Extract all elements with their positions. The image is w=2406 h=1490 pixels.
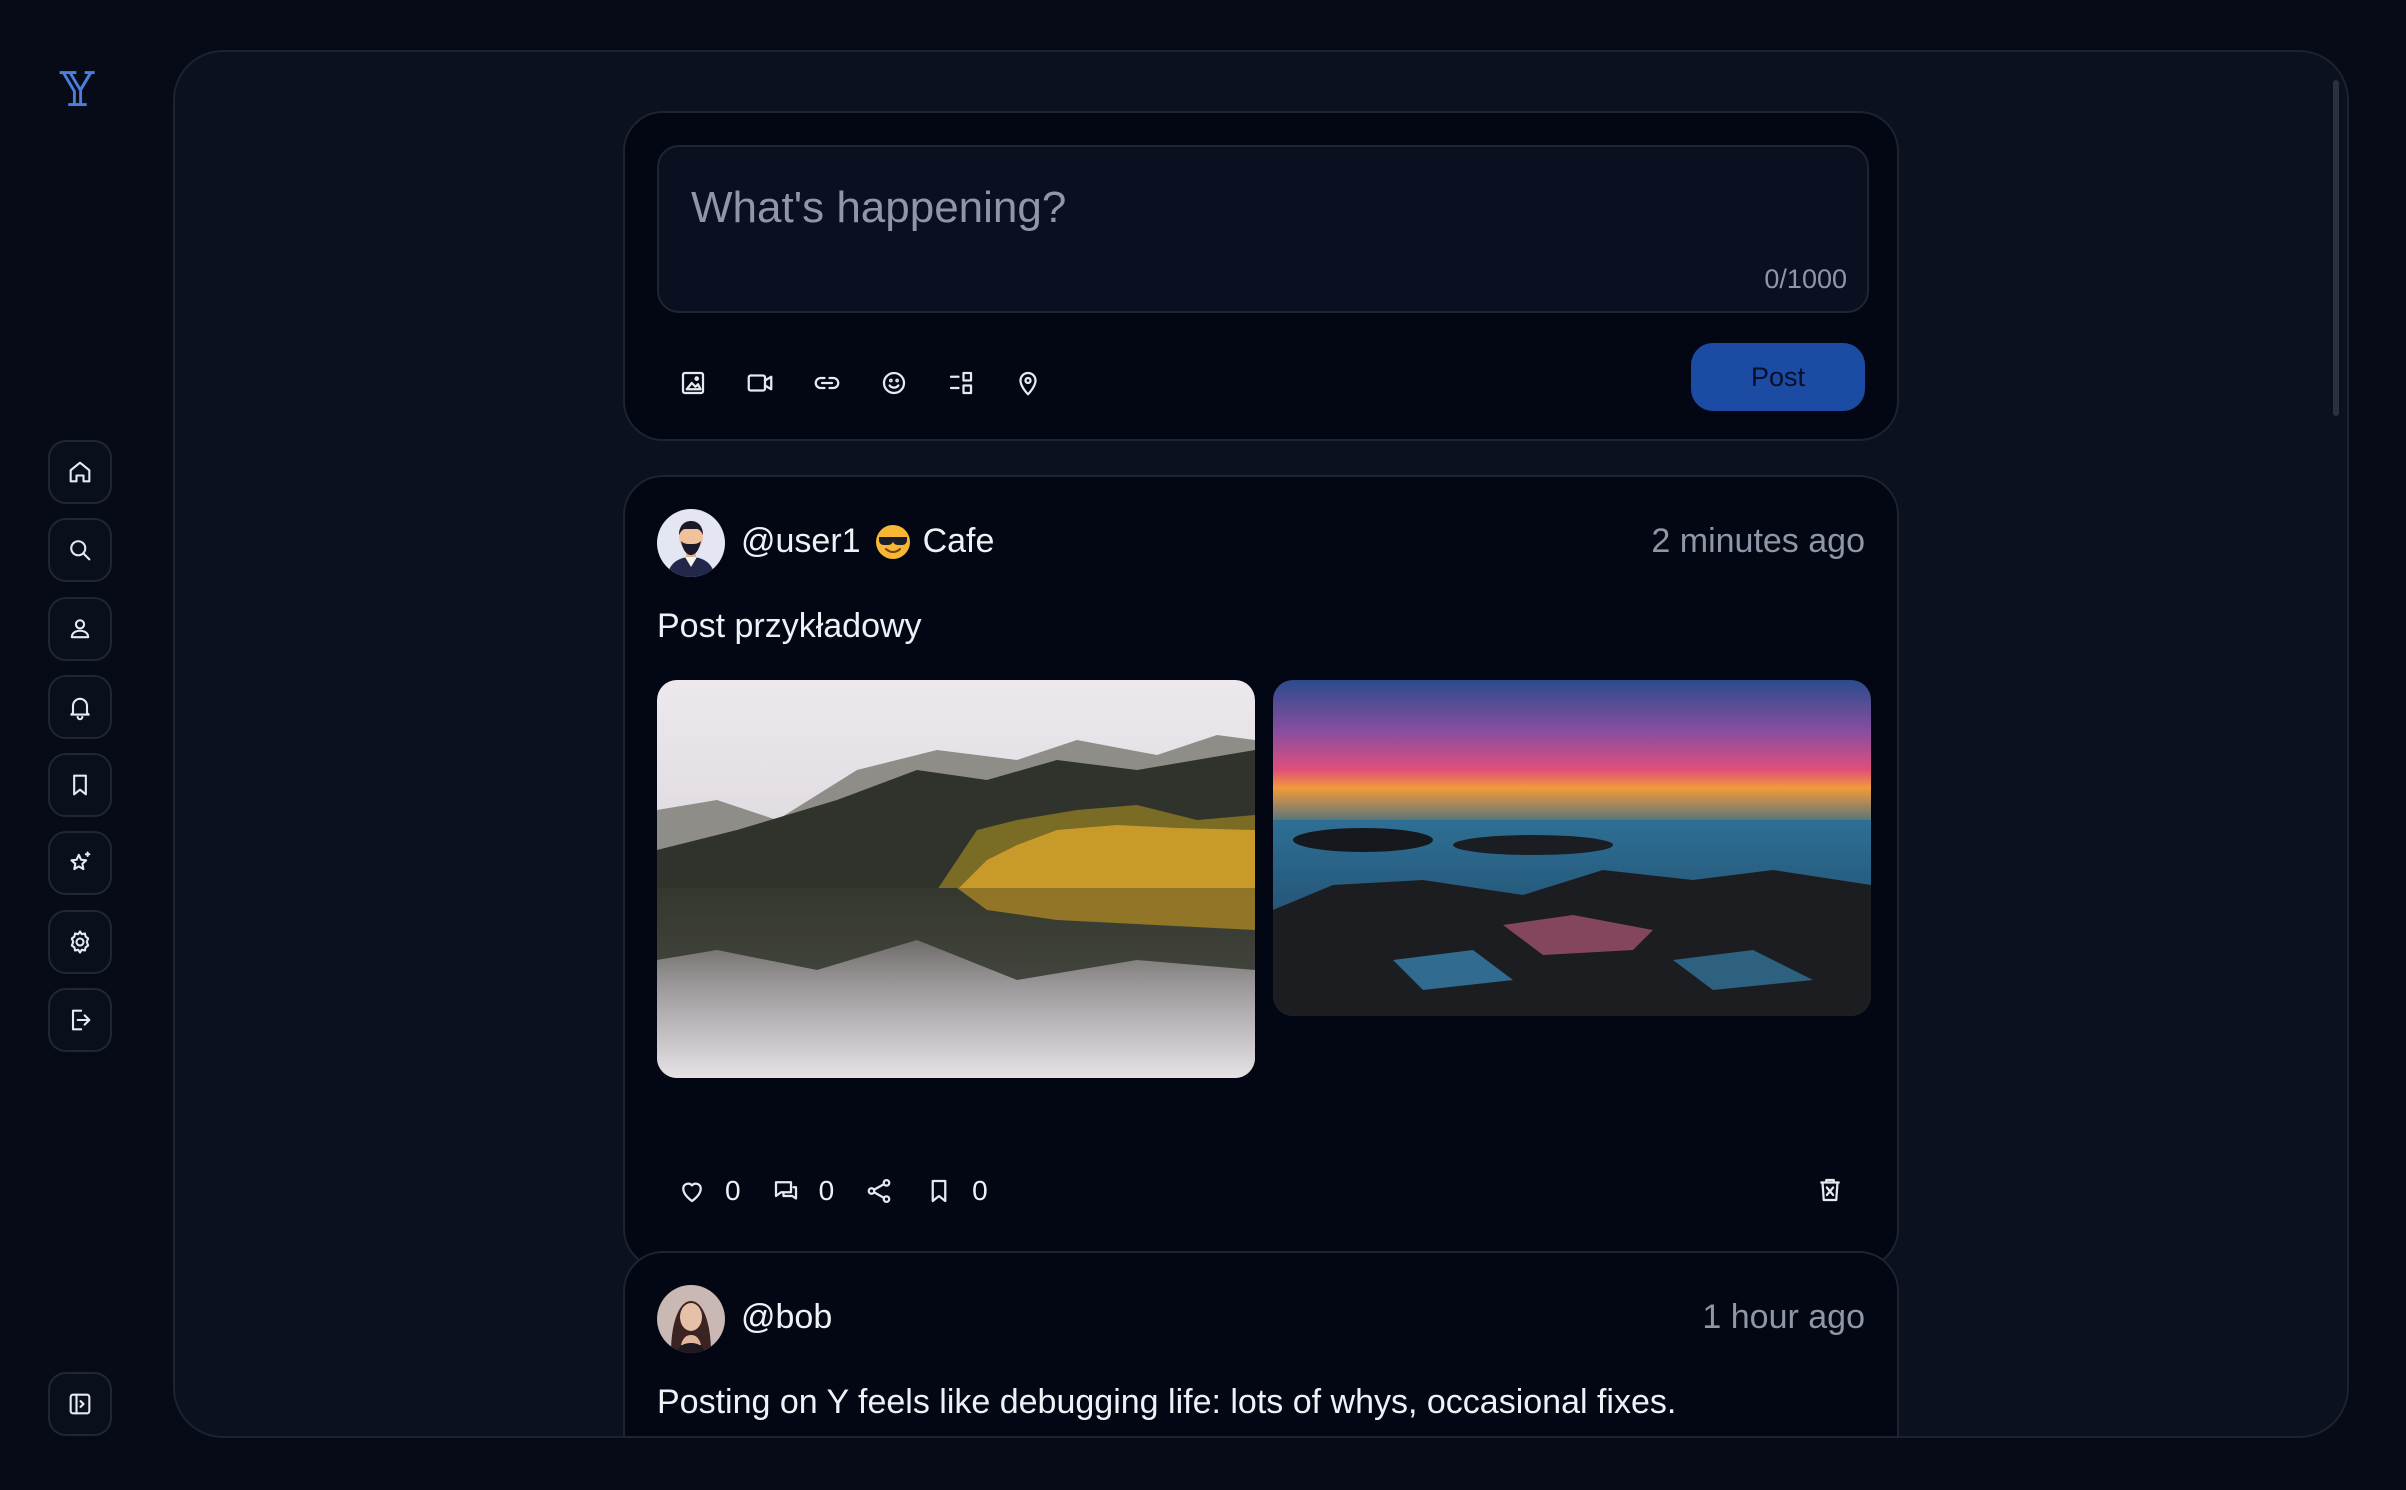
app-logo[interactable]: 𝕐	[58, 62, 102, 118]
sidebar-item-search[interactable]	[48, 518, 112, 582]
post-timestamp: 1 hour ago	[1702, 1298, 1865, 1336]
sidebar-item-settings[interactable]	[48, 910, 112, 974]
like-button[interactable]: 0	[677, 1175, 741, 1207]
sidebar-item-home[interactable]	[48, 440, 112, 504]
post-location: Cafe	[922, 522, 995, 560]
heart-icon	[682, 1182, 702, 1203]
avatar[interactable]	[657, 509, 725, 577]
mountain-lake-photo[interactable]	[657, 680, 1255, 1078]
composer-placeholder: What's happening?	[691, 183, 1067, 232]
comment-button[interactable]: 0	[771, 1175, 835, 1207]
post-author: @user1 Cafe	[741, 522, 994, 561]
add-location-button[interactable]	[1008, 363, 1048, 403]
bell-icon	[70, 697, 90, 721]
main-feed-panel: What's happening? 0/1000 Post @user1 Caf…	[173, 50, 2349, 1438]
emoji-icon	[882, 371, 906, 395]
sidebar-toggle-button[interactable]	[48, 1372, 112, 1436]
location-icon	[1019, 371, 1037, 396]
post-card: @user1 Cafe 2 minutes ago Post przykłado…	[623, 475, 1899, 1269]
sidebar-item-featured[interactable]	[48, 831, 112, 895]
share-button[interactable]	[864, 1176, 894, 1206]
sidebar-item-bookmarks[interactable]	[48, 753, 112, 817]
post-text: Posting on Y feels like debugging life: …	[657, 1383, 1677, 1421]
bookmark-count: 0	[972, 1175, 988, 1206]
bookmark-icon	[73, 774, 87, 796]
post-text: Post przykładowy	[657, 607, 922, 645]
add-link-button[interactable]	[807, 363, 847, 403]
cool-emoji-icon	[875, 524, 911, 560]
trash-icon	[1820, 1178, 1840, 1202]
sidebar-item-notifications[interactable]	[48, 675, 112, 739]
sunset-coast-photo[interactable]	[1273, 680, 1871, 1016]
gear-icon	[70, 930, 90, 954]
sparkle-star-icon	[70, 851, 91, 871]
home-icon	[69, 461, 91, 483]
video-icon	[747, 374, 773, 392]
svg-text:𝕐: 𝕐	[59, 62, 95, 116]
comment-count: 0	[818, 1175, 835, 1206]
layout-icon	[949, 371, 973, 395]
sidebar-item-profile[interactable]	[48, 597, 112, 661]
composer-textarea[interactable]: What's happening? 0/1000	[657, 145, 1869, 313]
bookmark-icon	[931, 1179, 947, 1203]
add-video-button[interactable]	[740, 363, 780, 403]
character-counter: 0/1000	[1764, 264, 1847, 294]
link-icon	[814, 376, 840, 390]
add-emoji-button[interactable]	[874, 363, 914, 403]
post-card: @bob 1 hour ago Posting on Y feels like …	[623, 1251, 1899, 1436]
post-author: @bob	[741, 1298, 832, 1337]
post-button[interactable]: Post	[1691, 343, 1865, 411]
post-composer: What's happening? 0/1000 Post	[623, 111, 1899, 441]
user-icon	[70, 619, 90, 639]
post-timestamp: 2 minutes ago	[1651, 522, 1865, 560]
post-actions: 0 0 0	[677, 1175, 1018, 1207]
logout-icon	[71, 1009, 91, 1031]
add-layout-button[interactable]	[941, 363, 981, 403]
sidebar-toggle-icon	[69, 1393, 91, 1415]
sidebar-item-logout[interactable]	[48, 988, 112, 1052]
avatar[interactable]	[657, 1285, 725, 1353]
add-image-button[interactable]	[673, 363, 713, 403]
author-handle[interactable]: @bob	[741, 1298, 832, 1337]
share-icon	[867, 1178, 891, 1203]
delete-post-button[interactable]	[1815, 1175, 1847, 1207]
comments-icon	[774, 1181, 797, 1200]
like-count: 0	[725, 1175, 741, 1206]
search-icon	[70, 540, 91, 561]
image-icon	[681, 371, 705, 395]
bookmark-button[interactable]: 0	[924, 1175, 988, 1207]
author-handle[interactable]: @user1	[741, 522, 861, 561]
scrollbar[interactable]	[2333, 80, 2339, 416]
